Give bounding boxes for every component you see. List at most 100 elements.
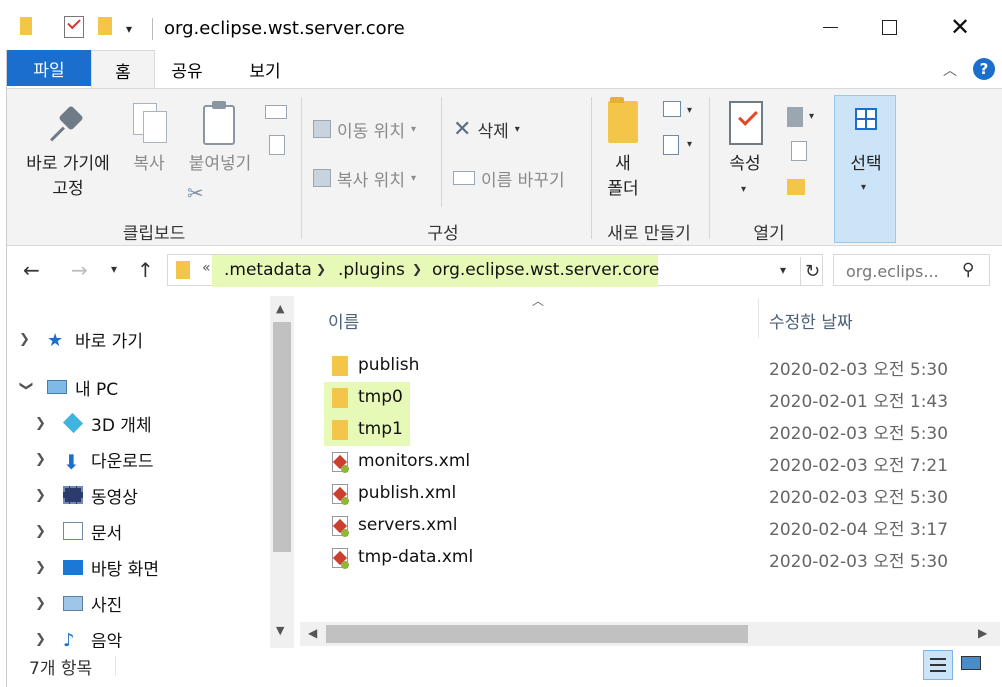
quick-access-dropdown-icon[interactable]: ▾	[126, 22, 132, 36]
minimize-button[interactable]	[807, 12, 853, 42]
group-separator	[709, 97, 710, 239]
tree-item-videos[interactable]: ❯ 동영상	[35, 480, 138, 510]
tree-item-music[interactable]: ❯ ♪ 음악	[35, 624, 122, 648]
scrollbar-thumb[interactable]	[273, 322, 291, 552]
details-view-button[interactable]	[923, 650, 953, 680]
column-separator[interactable]	[758, 298, 759, 338]
file-list-scrollbar[interactable]: ◀ ▶	[300, 622, 1000, 646]
scroll-left-icon[interactable]: ◀	[308, 626, 317, 640]
chevron-right-icon[interactable]: ❯	[35, 524, 49, 539]
copy-icon[interactable]	[133, 103, 169, 145]
scroll-down-icon[interactable]: ▼	[276, 624, 284, 637]
properties-icon[interactable]	[729, 101, 763, 145]
file-row[interactable]: servers.xml 2020-02-04 오전 3:17	[324, 510, 984, 542]
delete-button[interactable]: ✕ 삭제 ▾	[453, 114, 520, 144]
tree-item-pictures[interactable]: ❯ 사진	[35, 588, 122, 618]
file-name: tmp-data.xml	[358, 547, 474, 567]
breadcrumb-item[interactable]: .plugins	[338, 260, 405, 280]
back-button[interactable]: ←	[23, 258, 40, 282]
pin-icon[interactable]	[50, 105, 86, 143]
new-folder-button[interactable]: 새 폴더	[603, 152, 643, 202]
edit-icon[interactable]	[791, 141, 807, 161]
tree-item-documents[interactable]: ❯ 문서	[35, 516, 122, 546]
recent-locations-icon[interactable]: ▾	[111, 262, 117, 276]
tab-home[interactable]: 홈	[91, 50, 155, 89]
chevron-down-icon[interactable]: ▾	[809, 111, 814, 122]
paste-shortcut-icon[interactable]	[269, 135, 285, 155]
new-folder-icon[interactable]	[608, 97, 638, 143]
breadcrumb-overflow[interactable]: «	[202, 260, 211, 276]
file-row[interactable]: tmp0 2020-02-01 오전 1:43	[324, 382, 984, 414]
tree-item-desktop[interactable]: ❯ 바탕 화면	[35, 552, 159, 582]
maximize-button[interactable]	[866, 12, 912, 42]
large-icons-view-button[interactable]	[959, 652, 983, 676]
file-row[interactable]: tmp1 2020-02-03 오전 5:30	[324, 414, 984, 446]
copy-to-icon	[313, 169, 331, 187]
tree-item-label: 문서	[91, 523, 123, 544]
delete-label: 삭제	[477, 121, 509, 142]
chevron-right-icon[interactable]: ❯	[35, 488, 49, 503]
chevron-down-icon[interactable]: ▾	[741, 184, 746, 195]
chevron-right-icon[interactable]: ❯	[35, 560, 49, 575]
chevron-right-icon[interactable]: ❯	[35, 632, 49, 647]
properties-icon[interactable]	[64, 15, 84, 38]
open-icon[interactable]	[787, 107, 803, 127]
rename-button[interactable]: 이름 바꾸기	[453, 163, 565, 193]
cut-icon[interactable]: ✂	[187, 181, 204, 205]
tree-item-this-pc[interactable]: ❯ 내 PC	[19, 372, 119, 402]
copy-button[interactable]: 복사	[129, 152, 169, 177]
new-folder-icon[interactable]	[98, 17, 112, 35]
forward-button[interactable]: →	[71, 258, 88, 282]
tab-view[interactable]: 보기	[233, 50, 297, 88]
scrollbar-thumb[interactable]	[326, 625, 748, 643]
address-bar[interactable]: « .metadata ❯ .plugins ❯ org.eclipse.wst…	[167, 254, 824, 287]
chevron-right-icon[interactable]: ❯	[316, 262, 326, 276]
file-row[interactable]: publish.xml 2020-02-03 오전 5:30	[324, 478, 984, 510]
paste-button[interactable]: 붙여넣기	[183, 152, 257, 177]
chevron-right-icon[interactable]: ❯	[35, 596, 49, 611]
paste-icon[interactable]	[203, 101, 237, 145]
chevron-right-icon[interactable]: ❯	[412, 262, 422, 276]
folder-icon[interactable]	[20, 17, 32, 35]
navigation-pane-scrollbar[interactable]: ▲ ▼	[270, 296, 294, 648]
up-button[interactable]: ↑	[137, 258, 154, 282]
refresh-icon[interactable]: ↻	[800, 257, 824, 285]
tree-item-3d-objects[interactable]: ❯ 3D 개체	[35, 408, 152, 438]
easy-access-icon[interactable]	[663, 135, 679, 155]
breadcrumb-item[interactable]: org.eclipse.wst.server.core	[432, 260, 659, 280]
move-to-button[interactable]: 이동 위치 ▾	[313, 114, 416, 144]
chevron-right-icon[interactable]: ❯	[35, 452, 49, 467]
select-button[interactable]: 선택 ▾	[834, 95, 896, 243]
chevron-down-icon[interactable]: ▾	[687, 139, 692, 150]
chevron-down-icon[interactable]: ▾	[687, 105, 692, 116]
tab-file[interactable]: 파일	[7, 50, 91, 86]
close-button[interactable]: ✕	[937, 12, 983, 42]
help-icon[interactable]: ?	[973, 58, 995, 80]
music-icon: ♪	[63, 630, 75, 648]
copy-path-icon[interactable]	[265, 105, 287, 119]
history-icon[interactable]	[787, 179, 805, 195]
chevron-right-icon[interactable]: ❯	[19, 332, 33, 347]
search-input[interactable]: org.eclips... ⚲	[833, 254, 990, 286]
search-icon[interactable]: ⚲	[962, 260, 974, 280]
tab-share[interactable]: 공유	[155, 50, 219, 88]
tree-item-downloads[interactable]: ❯ ⬇ 다운로드	[35, 444, 154, 474]
chevron-down-icon[interactable]: ❯	[19, 380, 34, 394]
address-dropdown-icon[interactable]: ▾	[780, 263, 786, 277]
new-item-icon[interactable]	[663, 101, 681, 117]
breadcrumb-item[interactable]: .metadata	[224, 260, 312, 280]
copy-to-button[interactable]: 복사 위치 ▾	[313, 163, 416, 193]
properties-button[interactable]: 속성	[719, 152, 771, 177]
scroll-right-icon[interactable]: ▶	[978, 626, 987, 640]
scroll-up-icon[interactable]: ▲	[276, 302, 284, 315]
file-row[interactable]: monitors.xml 2020-02-03 오전 7:21	[324, 446, 984, 478]
ribbon-collapse-icon[interactable]: ︿	[943, 60, 957, 80]
column-header-name[interactable]: 이름	[328, 308, 359, 333]
tree-item-quick-access[interactable]: ❯ ★ 바로 가기	[19, 324, 143, 354]
chevron-right-icon[interactable]: ❯	[35, 416, 49, 431]
file-row[interactable]: tmp-data.xml 2020-02-03 오전 5:30	[324, 542, 984, 574]
file-row[interactable]: publish 2020-02-03 오전 5:30	[324, 350, 984, 382]
chevron-down-icon: ▾	[861, 182, 867, 193]
column-header-date[interactable]: 수정한 날짜	[769, 308, 853, 333]
pin-to-quick-access-button[interactable]: 바로 가기에 고정	[19, 152, 117, 202]
